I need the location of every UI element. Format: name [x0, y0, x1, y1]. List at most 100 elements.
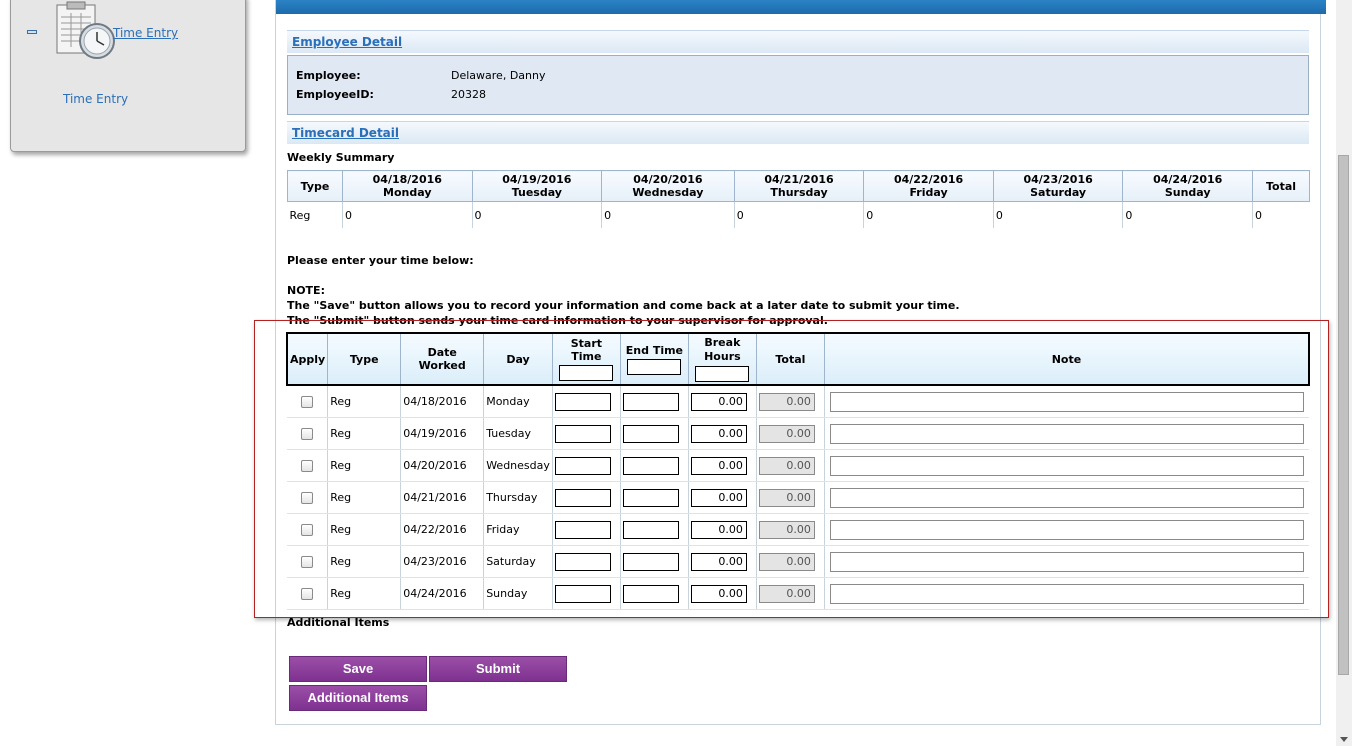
total-field — [758, 520, 815, 539]
note-input[interactable] — [829, 391, 1304, 412]
note-label: NOTE: — [287, 284, 325, 297]
start-time-input[interactable] — [554, 424, 611, 443]
break-hours-input[interactable] — [690, 456, 747, 475]
summary-cell: 0 — [1122, 201, 1253, 228]
summary-cell: 0 — [601, 201, 735, 228]
employee-label: Employee: — [296, 69, 361, 82]
start-time-input[interactable] — [554, 584, 611, 603]
summary-day-header: 04/24/2016 Sunday — [1122, 170, 1253, 202]
row-day: Saturday — [483, 545, 553, 578]
end-time-label: End Time — [625, 343, 684, 357]
table-row: Reg 04/20/2016 Wednesday — [287, 449, 1309, 482]
total-header: Total — [755, 332, 825, 386]
summary-cell: 0 — [992, 201, 1123, 228]
start-time-input[interactable] — [554, 552, 611, 571]
employee-detail-link[interactable]: Employee Detail — [292, 35, 402, 49]
row-type: Reg — [327, 481, 401, 514]
nav-link-time-entry[interactable]: Time Entry — [113, 26, 178, 40]
break-hours-header: Break Hours — [687, 332, 757, 386]
break-hours-label: Break Hours — [704, 336, 741, 363]
break-hours-input[interactable] — [690, 552, 747, 571]
apply-header: Apply — [286, 332, 328, 386]
save-button[interactable]: Save — [289, 656, 427, 682]
weekly-summary-label: Weekly Summary — [287, 151, 395, 164]
end-time-input[interactable] — [622, 552, 679, 571]
summary-cell: 0 — [342, 201, 473, 228]
summary-day-header: 04/19/2016 Tuesday — [471, 170, 603, 202]
row-date: 04/18/2016 — [400, 385, 484, 418]
apply-checkbox[interactable] — [301, 460, 314, 472]
row-day: Tuesday — [483, 417, 553, 450]
row-date: 04/23/2016 — [400, 545, 484, 578]
summary-type-header: Type — [287, 170, 343, 202]
table-row: Reg 0 0 0 0 0 0 0 0 — [288, 201, 1310, 228]
break-hours-input[interactable] — [690, 392, 747, 411]
nav-sublink-time-entry[interactable]: Time Entry — [63, 92, 128, 106]
note-input[interactable] — [829, 583, 1304, 604]
date-worked-header: Date Worked — [400, 332, 484, 386]
break-hours-input[interactable] — [690, 424, 747, 443]
summary-total-header: Total — [1252, 170, 1310, 202]
summary-cell: 0 — [863, 201, 994, 228]
break-hours-input[interactable] — [690, 520, 747, 539]
summary-day-header: 04/23/2016 Saturday — [992, 170, 1124, 202]
scroll-thumb[interactable] — [1338, 155, 1349, 675]
end-time-input[interactable] — [622, 424, 679, 443]
note-input[interactable] — [829, 519, 1304, 540]
end-time-input[interactable] — [622, 520, 679, 539]
time-entry-table: Apply Type Date Worked Day Start Time En… — [286, 332, 1310, 610]
row-day: Wednesday — [483, 449, 553, 482]
timesheet-clock-icon — [56, 1, 115, 59]
start-time-input[interactable] — [554, 456, 611, 475]
end-time-fill-input[interactable] — [627, 358, 682, 375]
summary-day-header: 04/20/2016 Wednesday — [601, 170, 735, 202]
note-input[interactable] — [829, 423, 1304, 444]
apply-checkbox[interactable] — [301, 428, 314, 440]
apply-checkbox[interactable] — [301, 524, 314, 536]
type-header: Type — [327, 332, 401, 386]
scroll-down-arrow-icon[interactable] — [1340, 737, 1348, 742]
collapse-toggle-icon[interactable] — [27, 30, 37, 34]
note-input[interactable] — [829, 487, 1304, 508]
end-time-input[interactable] — [622, 456, 679, 475]
break-hours-input[interactable] — [690, 584, 747, 603]
note-input[interactable] — [829, 551, 1304, 572]
total-field — [758, 424, 815, 443]
row-day: Monday — [483, 385, 553, 418]
apply-checkbox[interactable] — [301, 396, 314, 408]
row-day: Thursday — [483, 481, 553, 514]
row-type: Reg — [327, 545, 401, 578]
table-row: Reg 04/18/2016 Monday — [287, 385, 1309, 418]
total-field — [758, 552, 815, 571]
row-date: 04/21/2016 — [400, 481, 484, 514]
end-time-input[interactable] — [622, 584, 679, 603]
note-input[interactable] — [829, 455, 1304, 476]
apply-checkbox[interactable] — [301, 556, 314, 568]
total-field — [758, 392, 815, 411]
start-time-input[interactable] — [554, 488, 611, 507]
nav-panel: Time Entry Time Entry — [10, 0, 246, 152]
table-row: Reg 04/24/2016 Sunday — [287, 577, 1309, 610]
row-day: Sunday — [483, 577, 553, 610]
row-date: 04/24/2016 — [400, 577, 484, 610]
start-time-fill-input[interactable] — [559, 365, 614, 381]
employee-id-label: EmployeeID: — [296, 88, 374, 101]
additional-items-button[interactable]: Additional Items — [289, 685, 427, 711]
apply-checkbox[interactable] — [301, 588, 314, 600]
weekly-summary-table: Type 04/18/2016 Monday 04/19/2016 Tuesday … — [287, 170, 1310, 228]
submit-button[interactable]: Submit — [429, 656, 567, 682]
employee-id-value: 20328 — [451, 88, 486, 101]
row-date: 04/19/2016 — [400, 417, 484, 450]
break-hours-fill-input[interactable] — [695, 366, 750, 382]
summary-day-header: 04/18/2016 Monday — [342, 170, 473, 202]
start-time-input[interactable] — [554, 520, 611, 539]
end-time-input[interactable] — [622, 392, 679, 411]
vertical-scrollbar[interactable] — [1336, 0, 1352, 746]
employee-detail-header: Employee Detail — [287, 30, 1309, 53]
end-time-input[interactable] — [622, 488, 679, 507]
timecard-detail-link[interactable]: Timecard Detail — [292, 126, 399, 140]
save-note: The "Save" button allows you to record y… — [287, 299, 960, 312]
apply-checkbox[interactable] — [301, 492, 314, 504]
break-hours-input[interactable] — [690, 488, 747, 507]
start-time-input[interactable] — [554, 392, 611, 411]
